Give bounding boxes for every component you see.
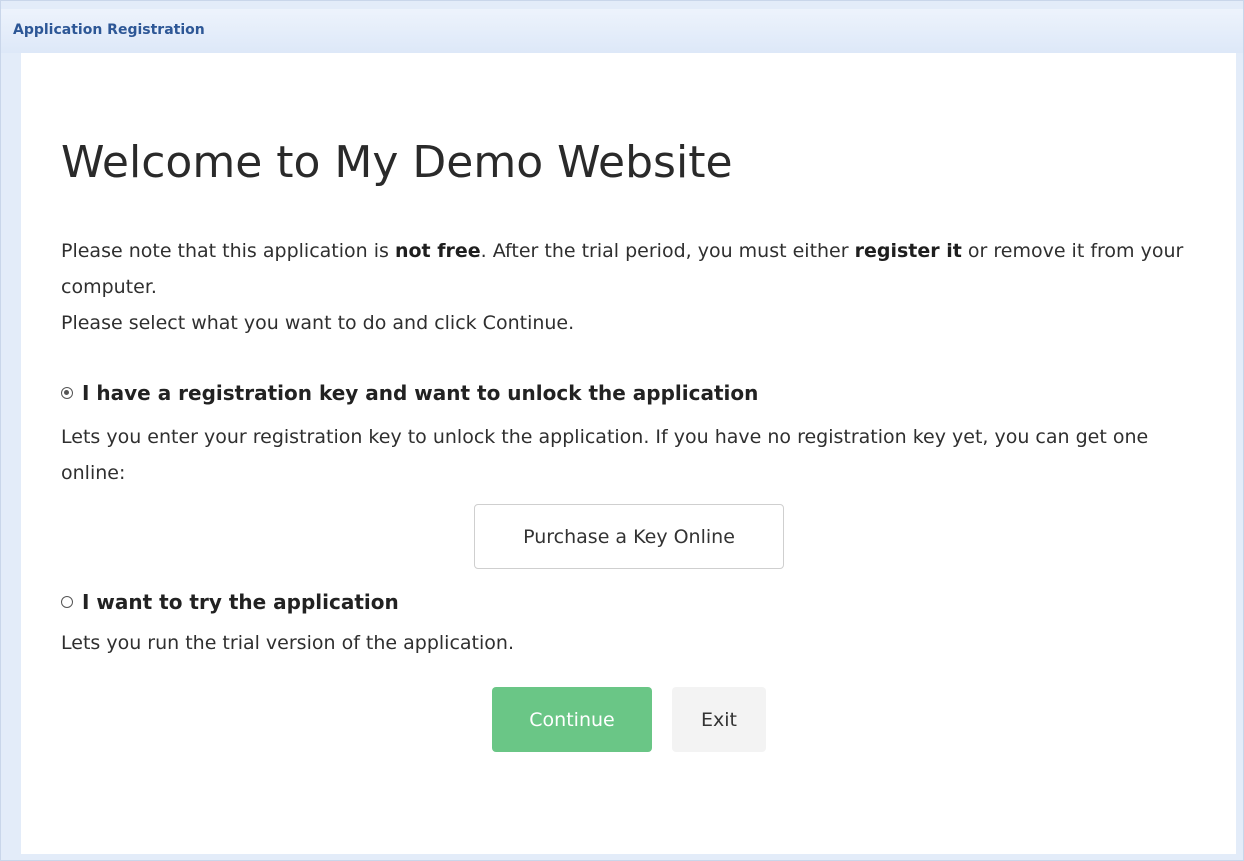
intro-text-part2: . After the trial period, you must eithe…	[480, 240, 855, 262]
intro-text: Please note that this application is not…	[61, 233, 1211, 341]
purchase-key-button[interactable]: Purchase a Key Online	[474, 504, 784, 569]
option-register-key-label: I have a registration key and want to un…	[82, 381, 759, 405]
title-bar: Application Registration	[1, 9, 1243, 53]
window-title: Application Registration	[13, 22, 205, 38]
radio-checked-icon[interactable]	[61, 387, 73, 399]
intro-instruction: Please select what you want to do and cl…	[61, 312, 575, 334]
page-title: Welcome to My Demo Website	[61, 137, 733, 188]
content-panel: Welcome to My Demo Website Please note t…	[21, 53, 1236, 854]
radio-unchecked-icon[interactable]	[61, 596, 73, 608]
option-register-key-description: Lets you enter your registration key to …	[61, 426, 1149, 484]
registration-window: Application Registration Welcome to My D…	[0, 0, 1244, 861]
option-try-application-label: I want to try the application	[82, 590, 399, 614]
continue-button[interactable]: Continue	[492, 687, 652, 752]
intro-text-part1: Please note that this application is	[61, 240, 395, 262]
exit-button[interactable]: Exit	[672, 687, 766, 752]
option-register-key[interactable]: I have a registration key and want to un…	[61, 381, 758, 405]
not-free-emphasis: not free	[394, 240, 481, 262]
option-try-application-description: Lets you run the trial version of the ap…	[61, 632, 514, 654]
option-try-application[interactable]: I want to try the application	[61, 590, 399, 614]
register-it-emphasis: register it	[854, 240, 962, 262]
